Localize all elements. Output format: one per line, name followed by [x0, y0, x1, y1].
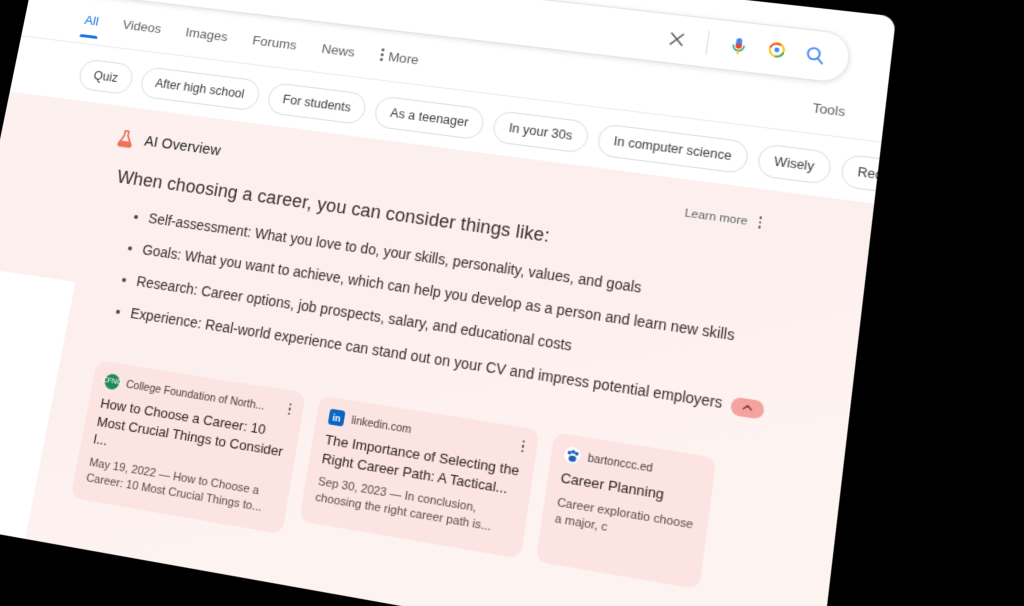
collapse-overview-button[interactable]	[729, 396, 766, 420]
overflow-menu-icon[interactable]	[757, 216, 762, 230]
chip-in-your-30s[interactable]: In your 30s	[491, 110, 591, 154]
tab-news[interactable]: News	[319, 41, 356, 70]
card-overflow-menu-icon[interactable]	[287, 402, 292, 417]
chip-reddit[interactable]: Reddit	[839, 153, 897, 196]
learn-more-link[interactable]: Learn more	[684, 207, 749, 228]
cfnc-green-favicon: CFNC	[102, 373, 122, 391]
chip-as-a-teenager[interactable]: As a teenager	[372, 95, 487, 141]
chip-in-computer-science[interactable]: In computer science	[595, 123, 750, 175]
tools-button[interactable]: Tools	[810, 100, 847, 130]
google-lens-icon[interactable]	[764, 38, 790, 63]
search-bar-actions	[664, 26, 850, 71]
page-perspective-wrapper: how to choose a career	[0, 0, 897, 606]
chip-wisely[interactable]: Wisely	[756, 143, 833, 186]
ai-overview-title: AI Overview	[143, 133, 222, 160]
ai-overview-header-actions: Learn more	[684, 207, 762, 231]
google-search-results-page: how to choose a career	[0, 0, 897, 606]
chip-for-students[interactable]: For students	[265, 81, 369, 126]
source-card-cfnc[interactable]: CFNC College Foundation of North... How …	[70, 360, 306, 535]
tab-forums[interactable]: Forums	[249, 33, 298, 63]
card-overflow-menu-icon[interactable]	[520, 439, 525, 455]
chip-quiz[interactable]: Quiz	[76, 58, 135, 96]
tab-more[interactable]: More	[377, 48, 420, 78]
linkedin-favicon: in	[327, 408, 346, 427]
microphone-icon[interactable]	[726, 34, 752, 59]
screenshot-stage: how to choose a career	[0, 0, 1024, 606]
source-card-bartonccc[interactable]: bartonccc.ed Career Planning Career expl…	[535, 432, 717, 590]
source-card-linkedin[interactable]: in linkedin.com The Importance of Select…	[298, 395, 540, 559]
tab-images[interactable]: Images	[182, 25, 229, 55]
panel-left-gutter	[0, 266, 76, 606]
chevron-up-icon	[742, 404, 754, 412]
tab-videos[interactable]: Videos	[119, 17, 162, 46]
search-icon[interactable]	[802, 43, 828, 68]
chip-after-high-school[interactable]: After high school	[138, 66, 262, 112]
divider	[705, 30, 710, 55]
more-dots-icon	[379, 48, 385, 63]
close-icon[interactable]	[664, 27, 690, 51]
paw-favicon	[563, 445, 582, 465]
tab-more-label: More	[387, 49, 420, 68]
tab-all[interactable]: All	[81, 13, 100, 39]
ai-flask-icon	[113, 127, 138, 151]
